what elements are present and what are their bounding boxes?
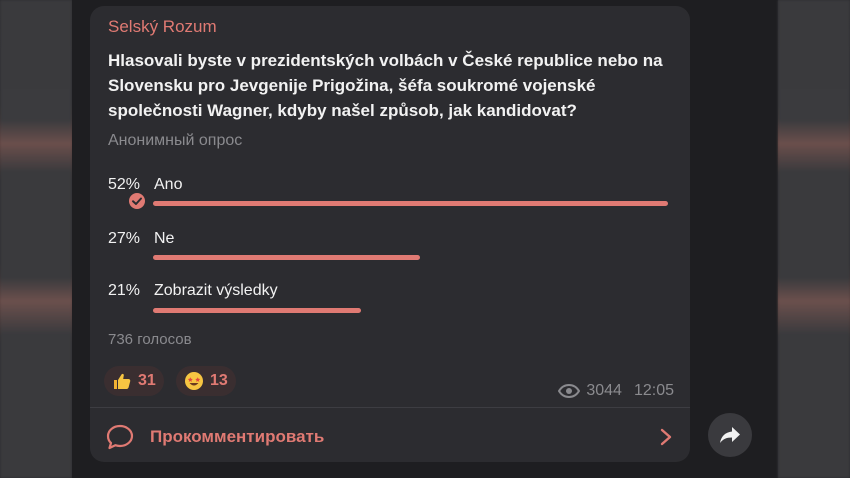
view-count: 3044 [586,382,622,399]
reaction-star-struck[interactable]: 13 [176,366,236,396]
poll-question: Hlasovali byste v prezidentských volbách… [108,51,663,120]
message-meta: 3044 12:05 [558,382,674,400]
channel-name[interactable]: Selský Rozum [108,17,217,37]
reaction-count: 13 [210,372,228,389]
vote-count[interactable]: 736 голосов [108,331,192,348]
selected-check-icon [129,193,145,209]
message-bubble: Selský Rozum Hlasovali byste v prezident… [90,6,690,462]
comment-label: Прокомментировать [150,427,325,446]
chevron-right-icon [660,428,672,446]
poll-type-label: Анонимный опрос [108,132,243,149]
reaction-thumbs-up[interactable]: 31 [104,366,164,396]
poll-option-bar [153,255,420,260]
poll-option-ano[interactable]: 52% Ano [108,176,668,216]
poll-option-label: Ano [154,176,183,193]
poll-option-percent: 27% [108,230,141,247]
poll-option-zobrazit-vysledky[interactable]: 21% Zobrazit výsledky [108,282,668,322]
poll-option-label: Ne [154,230,175,247]
eye-icon [558,384,581,398]
star-struck-emoji-icon [185,372,203,390]
poll-option-ne[interactable]: 27% Ne [108,230,668,270]
thumbs-up-icon [114,373,131,389]
reaction-count: 31 [138,372,156,389]
comment-button[interactable]: Прокомментировать [90,408,690,462]
poll-option-percent: 52% [108,176,141,193]
poll-option-bar [153,201,668,206]
poll-option-label: Zobrazit výsledky [154,282,278,299]
poll-option-bar [153,308,361,313]
blurred-background-left [0,0,72,478]
share-arrow-icon [720,427,740,443]
blurred-background-right [778,0,850,478]
message-time: 12:05 [633,382,674,399]
poll-option-percent: 21% [108,282,141,299]
comment-bubble-icon [106,424,134,450]
share-button[interactable] [708,413,752,457]
